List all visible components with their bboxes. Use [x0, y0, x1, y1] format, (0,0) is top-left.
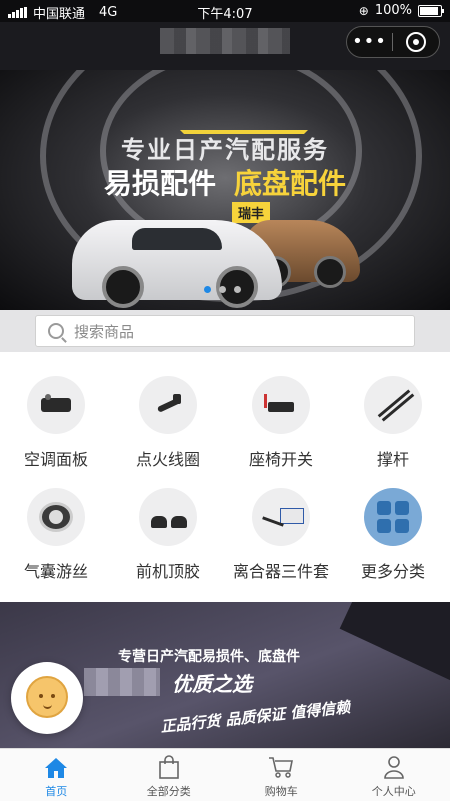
carousel-indicator [204, 286, 241, 293]
carousel-dot[interactable] [219, 286, 226, 293]
carousel-dot[interactable] [204, 286, 211, 293]
status-right: ⊕ 100% [359, 3, 442, 18]
category-label: 气囊游丝 [0, 558, 112, 582]
promo-line3: 正品行货 品质保证 值得信赖 [159, 696, 351, 737]
close-miniprogram-button[interactable] [393, 32, 438, 52]
customer-service-button[interactable] [11, 662, 83, 734]
clutch-kit-icon [252, 488, 310, 546]
category-label: 离合器三件套 [225, 558, 337, 582]
promo-line1: 专营日产汽配易损件、底盘件 [118, 646, 300, 666]
category-item-airbag-clockspring[interactable]: 气囊游丝 [0, 488, 112, 582]
tab-cart[interactable]: 购物车 [225, 749, 338, 801]
category-label: 撑杆 [337, 446, 449, 470]
target-icon [406, 32, 426, 52]
blurred-page-title [160, 28, 290, 54]
tab-label: 全部分类 [113, 783, 226, 799]
battery-fill [420, 7, 438, 15]
category-item-clutch-kit[interactable]: 离合器三件套 [225, 488, 337, 582]
customer-service-icon [26, 676, 68, 718]
category-item-engine-mount[interactable]: 前机顶胶 [112, 488, 224, 582]
banner-carousel[interactable]: 专业日产汽配服务 易损配件底盘配件 瑞丰 [0, 70, 450, 310]
search-icon [48, 323, 64, 339]
banner-subtitle: 专业日产汽配服务 [0, 130, 450, 165]
bag-icon [113, 755, 226, 779]
carousel-dot[interactable] [234, 286, 241, 293]
battery-icon [418, 5, 442, 17]
nav-bar: ••• [0, 22, 450, 70]
tab-label: 首页 [0, 783, 113, 799]
promo-blurred-logo [84, 668, 160, 696]
wheel [314, 256, 346, 288]
category-label: 点火线圈 [112, 446, 224, 470]
car-window [132, 228, 222, 250]
tab-label: 个人中心 [338, 783, 450, 799]
orientation-lock-icon: ⊕ [359, 4, 369, 18]
tab-all-categories[interactable]: 全部分类 [113, 749, 226, 801]
category-label: 空调面板 [0, 446, 112, 470]
banner-headline-white: 易损配件 [104, 167, 216, 200]
battery-percent: 100% [375, 3, 412, 18]
engine-mount-icon [139, 488, 197, 546]
banner-headline: 易损配件底盘配件 [0, 162, 450, 202]
category-item-seat-switch[interactable]: 座椅开关 [225, 376, 337, 470]
banner-headline-yellow: 底盘配件 [234, 167, 346, 200]
promo-decoration [340, 602, 450, 688]
category-label: 座椅开关 [225, 446, 337, 470]
home-icon [0, 755, 113, 779]
more-categories-icon [364, 488, 422, 546]
wheel [102, 266, 144, 308]
category-item-ac-panel[interactable]: 空调面板 [0, 376, 112, 470]
promo-line2: 优质之选 [172, 668, 252, 697]
cart-icon [225, 755, 338, 779]
more-menu-icon[interactable]: ••• [347, 27, 392, 57]
banner-car-white [72, 220, 282, 300]
category-label: 更多分类 [337, 558, 449, 582]
strut-icon [364, 376, 422, 434]
miniprogram-capsule: ••• [346, 26, 440, 58]
tab-home[interactable]: 首页 [0, 749, 113, 801]
category-label: 前机顶胶 [112, 558, 224, 582]
search-input[interactable]: 搜索商品 [35, 315, 415, 347]
user-icon [338, 755, 450, 779]
tab-label: 购物车 [225, 783, 338, 799]
tab-profile[interactable]: 个人中心 [338, 749, 450, 801]
category-item-more[interactable]: 更多分类 [337, 488, 449, 582]
search-bar-area: 搜索商品 [0, 310, 450, 352]
status-bar: 中国联通 4G 下午4:07 ⊕ 100% [0, 0, 450, 22]
category-item-ignition-coil[interactable]: 点火线圈 [112, 376, 224, 470]
ignition-coil-icon [139, 376, 197, 434]
seat-switch-icon [252, 376, 310, 434]
bottom-tab-bar: 首页 全部分类 购物车 个人中心 [0, 748, 450, 801]
ac-panel-icon [27, 376, 85, 434]
category-item-strut[interactable]: 撑杆 [337, 376, 449, 470]
search-placeholder: 搜索商品 [74, 321, 134, 342]
airbag-clockspring-icon [27, 488, 85, 546]
